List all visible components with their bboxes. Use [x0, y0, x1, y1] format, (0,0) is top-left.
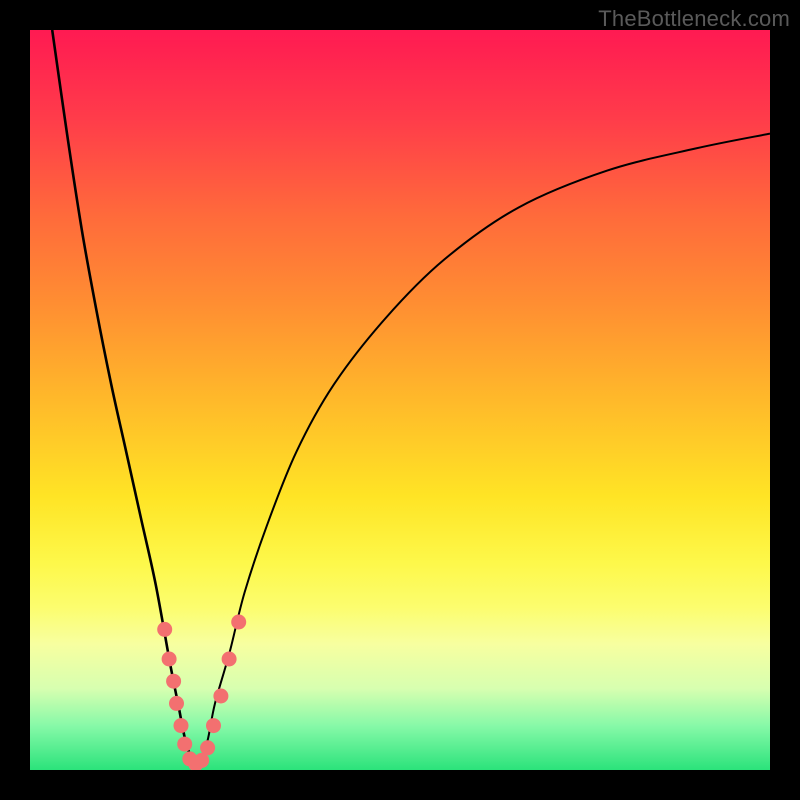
highlight-dot	[169, 696, 184, 711]
highlight-dot	[222, 652, 237, 667]
chart-frame: TheBottleneck.com	[0, 0, 800, 800]
highlight-dot	[213, 689, 228, 704]
bottleneck-curve	[52, 30, 770, 764]
highlight-dot	[231, 615, 246, 630]
highlight-dot	[174, 718, 189, 733]
highlight-dot	[157, 622, 172, 637]
chart-svg	[30, 30, 770, 770]
highlight-dot	[166, 674, 181, 689]
highlight-dot	[177, 737, 192, 752]
highlight-dot	[206, 718, 221, 733]
curve-right-segment	[193, 134, 770, 765]
highlight-dot	[162, 652, 177, 667]
watermark-text: TheBottleneck.com	[598, 6, 790, 32]
highlight-dot	[200, 740, 215, 755]
plot-area	[30, 30, 770, 770]
